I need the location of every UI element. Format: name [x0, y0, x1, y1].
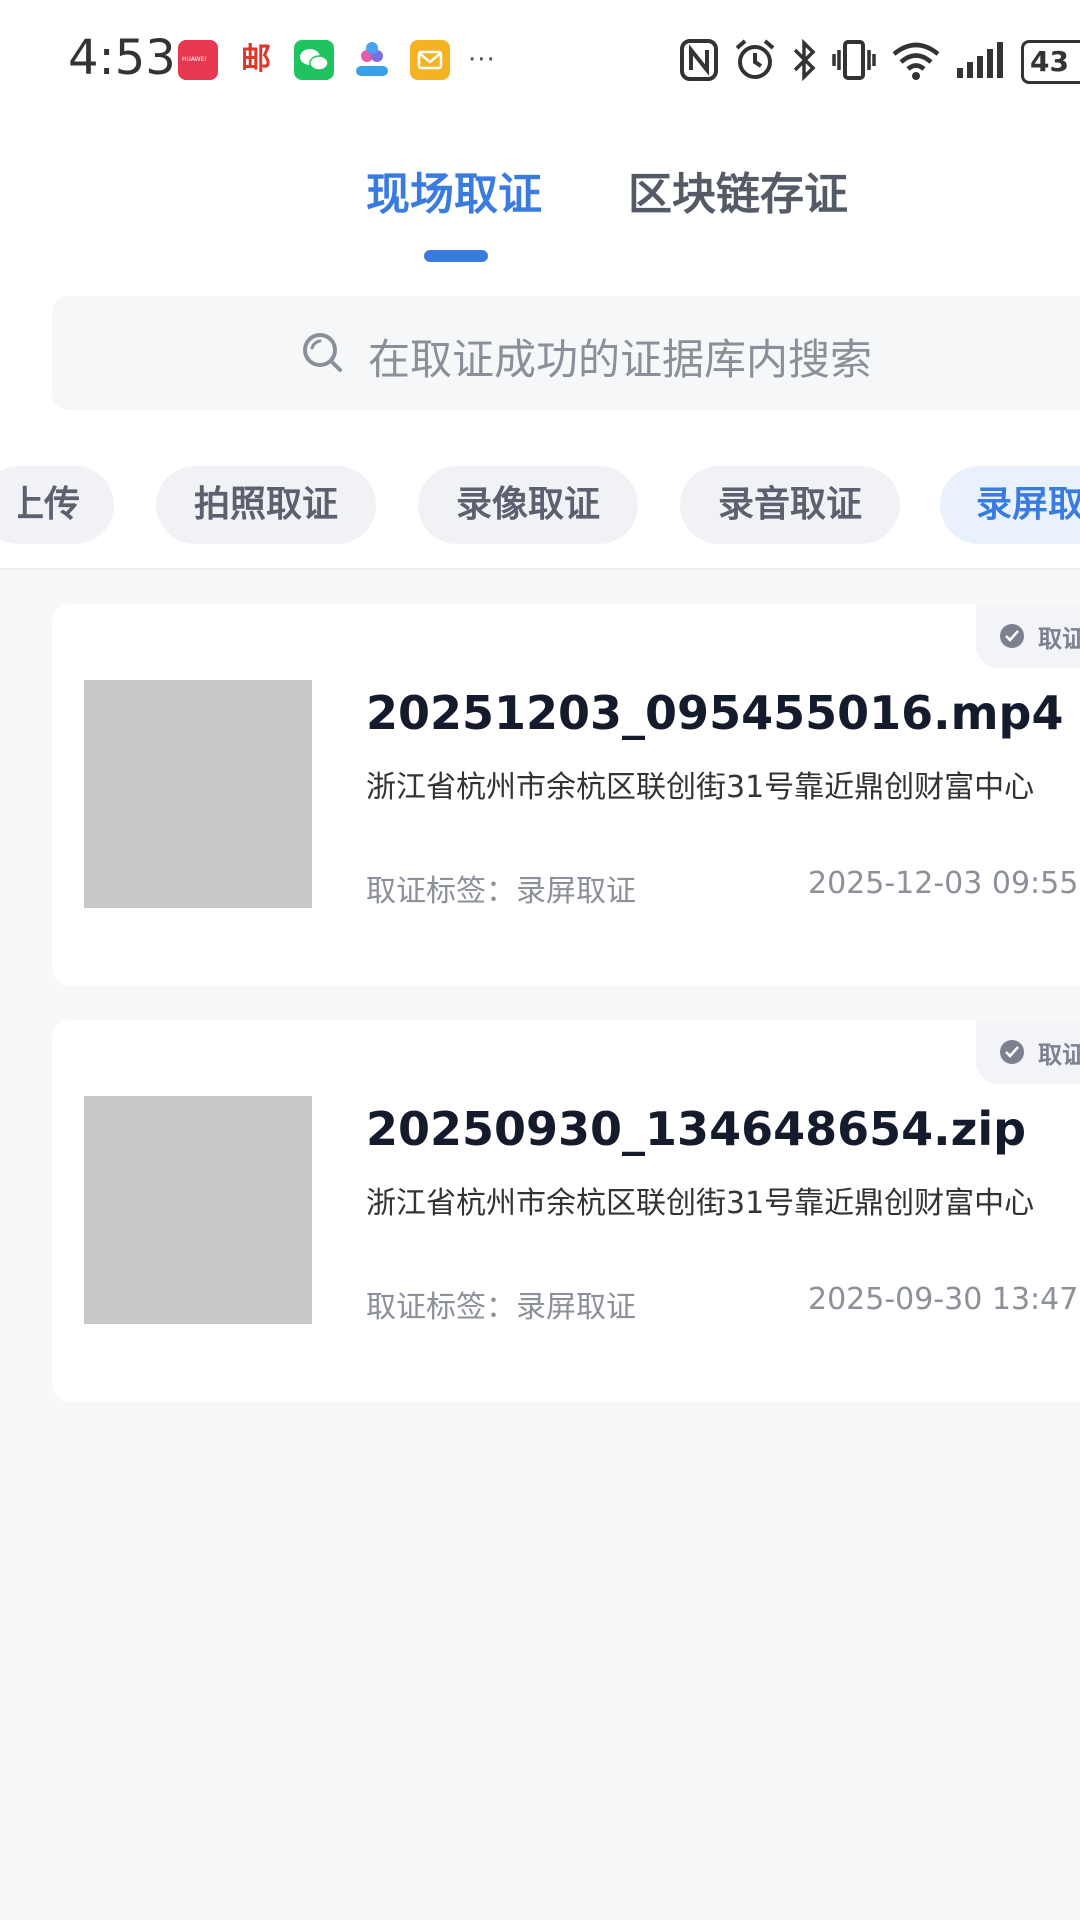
battery-indicator: 43	[1021, 40, 1080, 84]
genflow-icon	[352, 40, 392, 80]
status-badge: 取证成功	[976, 604, 1080, 668]
evidence-tabs: 现场取证 区块链存证	[0, 150, 1080, 270]
filter-chips: 上传 拍照取证 录像取证 录音取证 录屏取证	[0, 466, 1080, 544]
tab-onsite-evidence[interactable]: 现场取证	[366, 158, 542, 222]
app-screen: 4:53 HUAWEI 邮 ··· 43 现场取证 区块链存证 在取证成功的证据…	[0, 0, 1080, 1920]
evidence-tag: 取证标签：录屏取证	[366, 1282, 636, 1326]
evidence-thumbnail[interactable]	[84, 680, 312, 908]
vibrate-icon	[831, 38, 877, 86]
check-circle-icon	[1000, 624, 1024, 648]
filter-chip-screen-record[interactable]: 录屏取证	[940, 466, 1080, 544]
filter-chip-upload-label: 上传	[18, 484, 80, 525]
evidence-file-name: 20250930_134648654.zip	[366, 1102, 1027, 1156]
filter-chip-audio[interactable]: 录音取证	[680, 466, 900, 544]
evidence-tag-label: 取证标签：	[366, 1290, 516, 1325]
bluetooth-icon	[791, 38, 817, 86]
evidence-tag: 取证标签：录屏取证	[366, 866, 636, 910]
evidence-location: 浙江省杭州市余杭区联创街31号靠近鼎创财富中心	[366, 1186, 1035, 1221]
system-icons: 43	[679, 38, 1080, 86]
status-time: 4:53	[68, 30, 176, 86]
wifi-icon	[891, 38, 941, 86]
evidence-location: 浙江省杭州市余杭区联创街31号靠近鼎创财富中心	[366, 770, 1035, 805]
status-bar: 4:53 HUAWEI 邮 ··· 43	[0, 0, 1080, 120]
evidence-card[interactable]: 取证成功 20250930_134648654.zip 浙江省杭州市余杭区联创街…	[52, 1020, 1080, 1402]
evidence-card[interactable]: 取证成功 20251203_095455016.mp4 浙江省杭州市余杭区联创街…	[52, 604, 1080, 986]
alarm-icon	[733, 38, 777, 86]
huawei-label: HUAWEI	[182, 56, 207, 63]
nfc-icon	[679, 38, 719, 86]
china-post-icon: 邮	[241, 42, 271, 77]
wechat-icon	[294, 40, 334, 80]
evidence-timestamp: 2025-09-30 13:47	[808, 1282, 1079, 1317]
filter-chip-video[interactable]: 录像取证	[418, 466, 638, 544]
mail-icon	[410, 40, 450, 80]
status-badge-text: 取证成功	[1038, 625, 1080, 653]
notification-icons: HUAWEI 邮 ···	[178, 40, 526, 80]
tab-blockchain-evidence[interactable]: 区块链存证	[628, 158, 848, 222]
search-input[interactable]: 在取证成功的证据库内搜索	[52, 296, 1080, 410]
status-badge-text: 取证成功	[1038, 1041, 1080, 1069]
check-circle-icon	[1000, 1040, 1024, 1064]
evidence-timestamp: 2025-12-03 09:55	[808, 866, 1079, 901]
evidence-thumbnail[interactable]	[84, 1096, 312, 1324]
more-icon: ···	[468, 45, 496, 75]
search-icon	[303, 333, 342, 372]
active-tab-indicator	[424, 250, 488, 262]
filter-chip-photo[interactable]: 拍照取证	[156, 466, 376, 544]
huawei-appgallery-icon: HUAWEI	[178, 40, 218, 80]
evidence-tag-value: 录屏取证	[516, 1290, 636, 1325]
filter-chip-upload[interactable]: 上传	[0, 466, 114, 544]
evidence-tag-value: 录屏取证	[516, 874, 636, 909]
evidence-file-name: 20251203_095455016.mp4	[366, 686, 1064, 740]
signal-icon	[955, 38, 1007, 86]
status-badge: 取证成功	[976, 1020, 1080, 1084]
search-placeholder: 在取证成功的证据库内搜索	[368, 335, 873, 384]
evidence-tag-label: 取证标签：	[366, 874, 516, 909]
header-panel: 4:53 HUAWEI 邮 ··· 43 现场取证 区块链存证 在取证成功的证据…	[0, 0, 1080, 570]
